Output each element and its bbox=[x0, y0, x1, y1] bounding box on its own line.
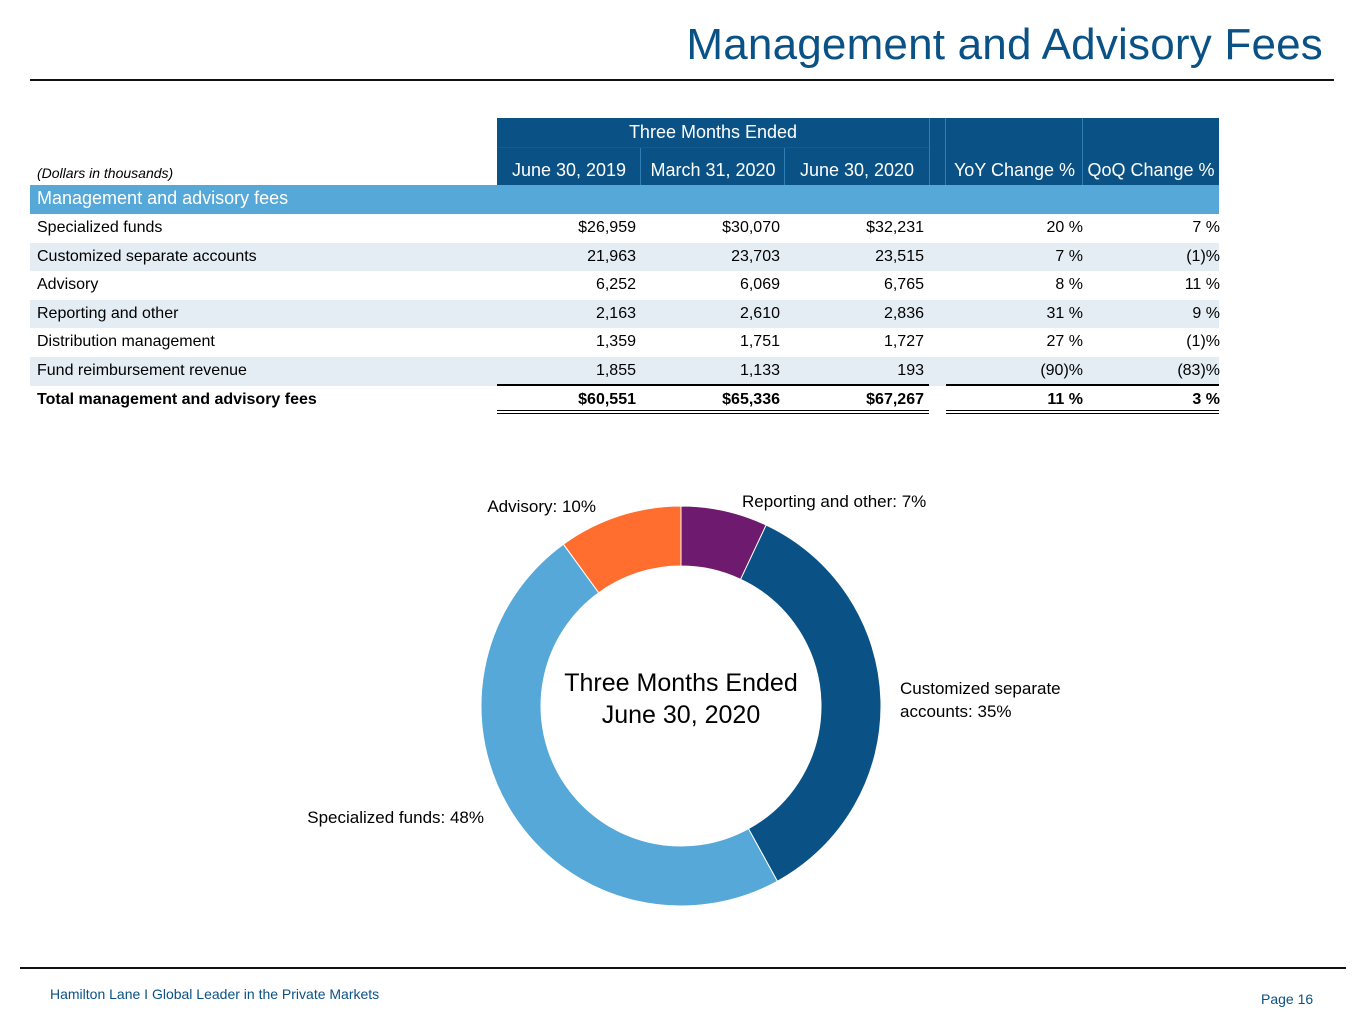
fees-donut-chart: Three Months Ended June 30, 2020 Reporti… bbox=[307, 492, 1065, 907]
slice-label: Specialized funds: 48% bbox=[307, 808, 484, 827]
slice-label: Advisory: 10% bbox=[487, 497, 596, 516]
chart-center-line1: Three Months Ended bbox=[564, 669, 797, 697]
footer-company: Hamilton Lane I Global Leader in the Pri… bbox=[50, 986, 380, 1002]
slice-label: Reporting and other: 7% bbox=[742, 492, 926, 511]
chart-center-line2: June 30, 2020 bbox=[602, 701, 760, 729]
footer-divider bbox=[20, 967, 1346, 969]
page-number: Page 16 bbox=[1261, 991, 1314, 1007]
donut-slice bbox=[739, 524, 882, 882]
slice-label: Customized separate accounts: 35% bbox=[900, 679, 1065, 721]
